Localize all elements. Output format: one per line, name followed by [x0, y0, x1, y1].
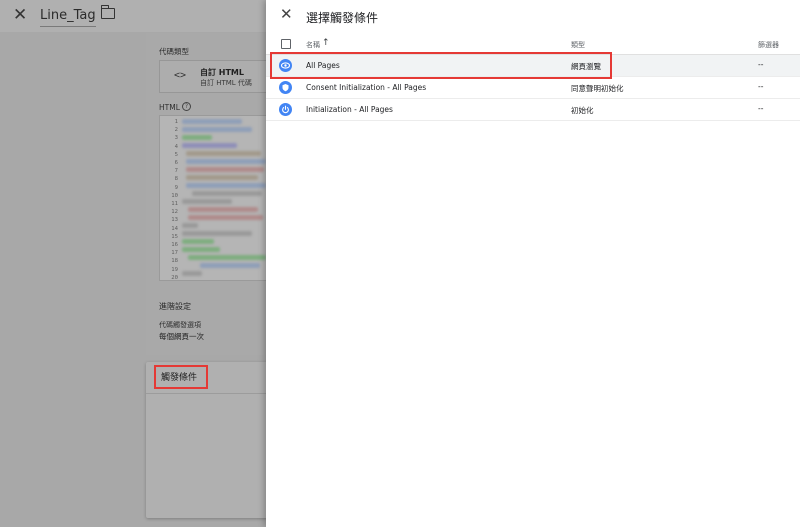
code-line: [182, 143, 237, 148]
code-line: [188, 207, 258, 212]
advanced-settings-label[interactable]: 進階設定: [159, 301, 191, 312]
tag-type-label: 代碼類型: [159, 47, 189, 56]
line-number: 20: [171, 274, 178, 281]
tag-name[interactable]: Line_Tag: [40, 8, 96, 23]
line-number: 11: [171, 201, 178, 208]
code-line: [186, 175, 258, 180]
line-number: 3: [174, 135, 178, 142]
trigger-row-initialization[interactable]: Initialization - All Pages 初始化 --: [266, 99, 800, 121]
folder-icon[interactable]: [100, 5, 115, 19]
line-number: 14: [171, 225, 178, 232]
tag-type-name: 自訂 HTML: [200, 68, 244, 77]
line-number: 10: [171, 192, 178, 199]
close-editor-icon[interactable]: ✕: [13, 7, 27, 24]
tag-type-subtitle: 自訂 HTML 代碼: [200, 79, 252, 87]
panel-title: 選擇觸發條件: [306, 11, 379, 25]
line-number: 9: [174, 184, 178, 191]
code-line: [186, 183, 266, 188]
firing-options-value[interactable]: 每個網頁一次: [159, 331, 204, 342]
code-line: [182, 271, 202, 276]
all-pages-highlight-box: [270, 52, 612, 79]
triggering-highlight-box: [154, 365, 208, 389]
trigger-filter: --: [758, 82, 764, 91]
line-number: 1: [174, 119, 178, 125]
line-number: 4: [174, 143, 178, 150]
line-number: 15: [171, 233, 178, 240]
power-icon: [279, 103, 292, 116]
line-number: 7: [174, 168, 178, 175]
code-line: [182, 223, 198, 228]
column-header-filter: 篩選器: [758, 41, 779, 49]
select-all-checkbox[interactable]: [281, 39, 291, 49]
code-brackets-icon: <>: [174, 70, 187, 81]
trigger-filter: --: [758, 60, 764, 69]
code-line: [186, 151, 261, 156]
trigger-name: Initialization - All Pages: [306, 105, 393, 114]
sort-ascending-icon[interactable]: ↑: [322, 38, 330, 48]
code-line: [182, 239, 214, 244]
trigger-type: 同意聲明初始化: [571, 84, 624, 93]
trigger-filter: --: [758, 104, 764, 113]
html-code-editor[interactable]: 1 2 3 4 5 6 7 8 9 10 11 12 13 14 15 16 17 18 19 20: [159, 115, 268, 281]
code-line: [182, 199, 232, 204]
consent-glyph: [282, 84, 289, 92]
code-line: [188, 255, 266, 260]
code-line: [182, 247, 220, 252]
power-glyph: [282, 105, 289, 114]
code-line: [182, 135, 212, 140]
tag-name-underline: [40, 26, 96, 27]
consent-icon: [279, 81, 292, 94]
trigger-row-consent-initialization[interactable]: Consent Initialization - All Pages 同意聲明初…: [266, 77, 800, 99]
code-line: [192, 191, 262, 196]
code-line: [200, 263, 260, 268]
line-number: 2: [174, 127, 178, 134]
choose-trigger-panel: ✕ 選擇觸發條件 名稱 ↑ 類型 篩選器 All Pages 網頁瀏覽 -- C…: [266, 0, 800, 527]
code-line: [182, 119, 242, 124]
triggering-divider: [146, 393, 268, 394]
code-line: [186, 167, 264, 172]
help-icon[interactable]: ?: [182, 102, 191, 111]
line-number: 8: [174, 176, 178, 183]
close-icon[interactable]: ✕: [280, 7, 293, 22]
trigger-name: Consent Initialization - All Pages: [306, 83, 427, 92]
line-number: 13: [171, 217, 178, 224]
line-number: 19: [171, 266, 178, 273]
column-header-type: 類型: [571, 41, 585, 49]
line-number: 17: [171, 250, 178, 257]
line-number: 12: [171, 209, 178, 216]
column-header-name[interactable]: 名稱: [306, 40, 320, 50]
firing-options-label: 代碼觸發選項: [159, 321, 201, 329]
code-line: [182, 231, 252, 236]
line-number: 16: [171, 242, 178, 249]
line-number: 5: [174, 151, 178, 158]
code-line: [186, 159, 266, 164]
html-label: HTML: [159, 103, 180, 112]
line-number-gutter: 1 2 3 4 5 6 7 8 9 10 11 12 13 14 15 16 17 18 19 20: [160, 118, 178, 281]
line-number: 18: [171, 258, 178, 265]
line-number: 6: [174, 160, 178, 167]
trigger-type: 初始化: [571, 106, 594, 115]
code-line: [182, 127, 252, 132]
code-line: [188, 215, 263, 220]
